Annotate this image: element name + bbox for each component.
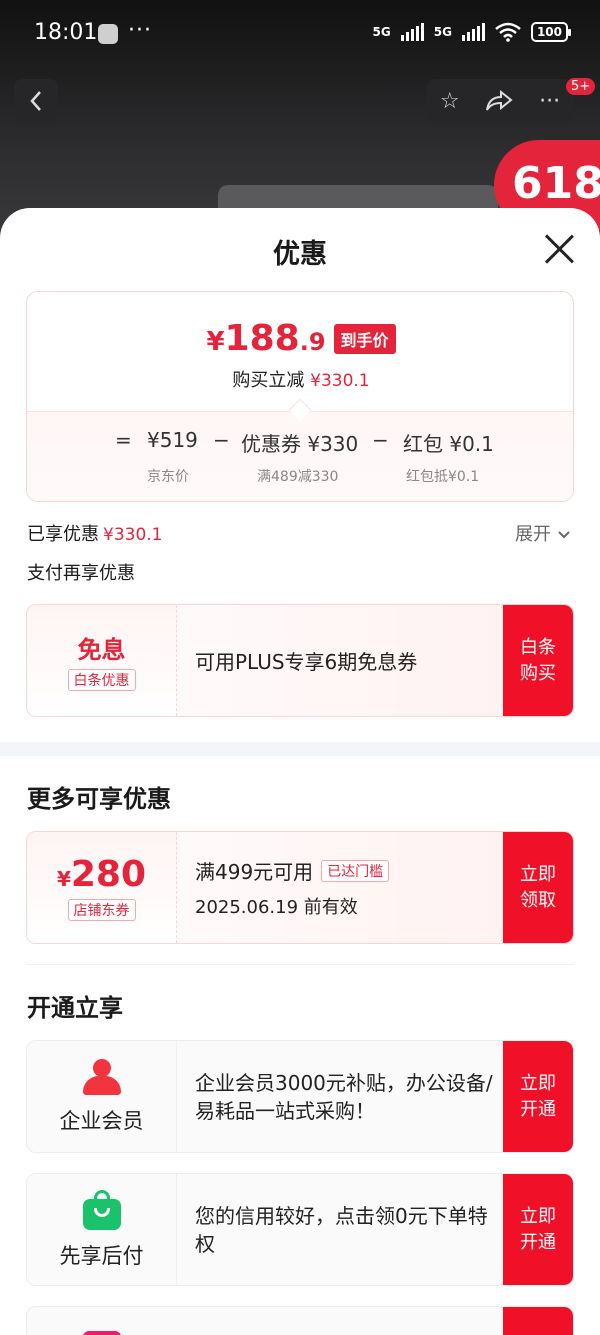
pay-later-label: 先享后付	[59, 1243, 144, 1268]
baitiao-tag: 白条优惠	[67, 669, 136, 691]
top-action-group: ☆ ···	[427, 79, 573, 123]
next-card-peek	[26, 1306, 574, 1335]
jd-price-label: 京东价	[147, 469, 189, 485]
share-icon[interactable]	[485, 90, 513, 112]
message-count-badge: 5+	[566, 78, 596, 95]
coupon-validity: 2025.06.19 前有效	[195, 897, 358, 918]
threshold-reached-badge: 已达门槛	[321, 859, 390, 882]
baitiao-desc: 可用PLUS专享6期免息券	[195, 650, 418, 674]
jd-price: ¥519	[147, 428, 198, 452]
expand-button[interactable]: 展开	[515, 520, 571, 546]
shop-coupon-tag: 店铺东券	[67, 899, 136, 921]
interest-free-title: 免息	[77, 636, 126, 664]
chevron-down-icon	[558, 531, 570, 539]
battery-icon: 100	[530, 22, 572, 42]
open-enterprise-button[interactable]: 立即 开通	[503, 1041, 573, 1152]
shop-coupon: ¥280 店铺东券 满499元可用 已达门槛 2025.06.19 前有效 立即 …	[26, 831, 574, 944]
more-discounts-title: 更多可享优惠	[27, 785, 171, 813]
next-card-action[interactable]	[503, 1307, 573, 1335]
shopping-bag-icon	[82, 1189, 121, 1230]
discount-sheet: 优惠 ¥188.9 到手价 购买立减 ¥330.1 = ¥519 − 优惠券 ¥…	[0, 208, 600, 1335]
enterprise-member-label: 企业会员	[59, 1108, 144, 1133]
open-pay-later-button[interactable]: 立即 开通	[503, 1174, 573, 1285]
pay-later-card: 先享后付 您的信用较好，点击领0元下单特权 立即 开通	[26, 1173, 574, 1286]
card-icon	[83, 1331, 121, 1335]
wifi-icon	[495, 22, 521, 42]
claim-coupon-button[interactable]: 立即 领取	[503, 832, 573, 943]
app-notification-icon	[98, 24, 118, 44]
equals-sign: =	[115, 428, 132, 452]
red-packet-amount: 红包 ¥0.1	[403, 432, 494, 456]
minus-sign-2: −	[372, 428, 389, 452]
close-button[interactable]	[542, 232, 576, 266]
minus-sign-1: −	[213, 428, 230, 452]
signal-icon-2	[461, 23, 485, 41]
saving-row: 购买立减 ¥330.1	[232, 370, 370, 391]
section-divider	[0, 742, 600, 756]
baitiao-buy-button[interactable]: 白条 购买	[503, 605, 573, 716]
coupon-condition: 满499元可用	[195, 860, 314, 884]
red-packet-label: 红包抵¥0.1	[406, 469, 480, 485]
price-breakdown: = ¥519 − 优惠券 ¥330 − 红包 ¥0.1 京东价 满489减330…	[27, 411, 573, 501]
enterprise-member-icon	[82, 1058, 121, 1095]
open-enjoy-title: 开通立享	[27, 994, 123, 1022]
sheet-title: 优惠	[273, 239, 327, 270]
status-time: 18:01	[34, 20, 98, 45]
network-5g-label-2: 5G	[433, 25, 452, 39]
baitiao-coupon: 免息 白条优惠 可用PLUS专享6期免息券 白条 购买	[26, 604, 574, 717]
coupon-amount: 优惠券 ¥330	[241, 432, 359, 456]
divider	[26, 964, 574, 965]
star-icon[interactable]: ☆	[440, 89, 460, 114]
coupon-condition-label: 满489减330	[257, 469, 339, 485]
more-notifications-icon: ···	[128, 18, 152, 43]
price-card: ¥188.9 到手价 购买立减 ¥330.1 = ¥519 − 优惠券 ¥330…	[26, 291, 574, 502]
final-price: ¥188.9	[206, 318, 326, 359]
signal-icon-1	[400, 23, 424, 41]
chevron-left-icon	[30, 91, 41, 111]
back-button[interactable]	[14, 79, 58, 123]
final-price-tag: 到手价	[333, 323, 396, 354]
pay-later-desc: 您的信用较好，点击领0元下单特权	[195, 1203, 488, 1256]
status-bar: 18:01 ··· 5G 5G 100	[0, 0, 600, 68]
enjoyed-discount: 已享优惠 ¥330.1	[27, 524, 163, 545]
network-5g-label-1: 5G	[372, 25, 391, 39]
more-icon[interactable]: ···	[539, 89, 560, 114]
enterprise-member-desc: 企业会员3000元补贴，办公设备/易耗品一站式采购！	[195, 1070, 493, 1123]
enterprise-member-card: 企业会员 企业会员3000元补贴，办公设备/易耗品一站式采购！ 立即 开通	[26, 1040, 574, 1153]
coupon-value: ¥280	[56, 854, 147, 895]
pay-more-label: 支付再享优惠	[27, 563, 135, 584]
